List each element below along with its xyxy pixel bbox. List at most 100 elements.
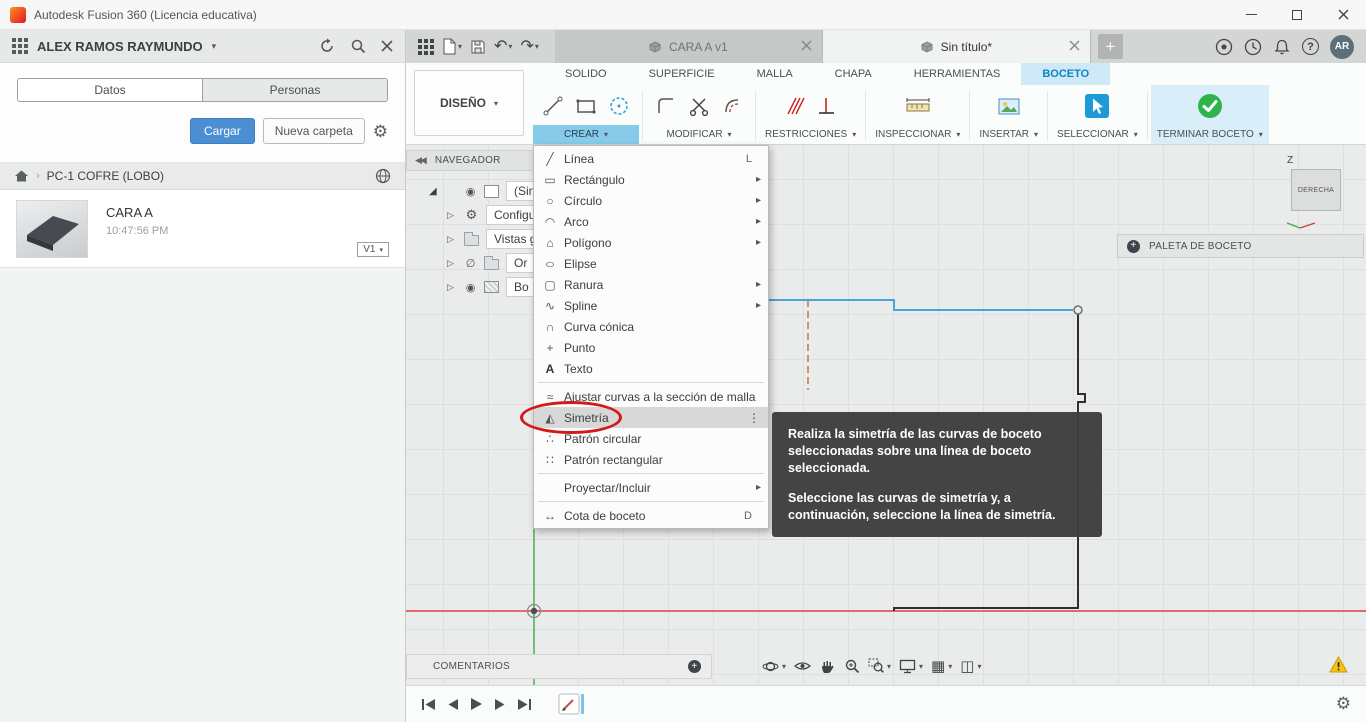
redo-icon[interactable]: ↷ ▾ — [516, 34, 542, 60]
doc-tab-sin-titulo[interactable]: Sin título* — [822, 30, 1091, 63]
rectangle-tool-icon[interactable] — [574, 94, 598, 118]
file-list-item[interactable]: CARA A 10:47:56 PM V1 ▾ — [0, 190, 405, 268]
collapse-panel-icon[interactable]: ◀◀ — [415, 155, 427, 166]
globe-icon[interactable] — [375, 168, 391, 184]
close-panel-icon[interactable] — [381, 40, 393, 52]
origin-point[interactable] — [530, 607, 538, 615]
menu-item[interactable]: Patrón circular — [534, 428, 768, 449]
version-dropdown[interactable]: V1 ▾ — [357, 242, 389, 257]
undo-icon[interactable]: ↶ ▾ — [490, 34, 516, 60]
expand-arrow-icon[interactable] — [447, 210, 457, 221]
doc-tab-cara-a[interactable]: CARA A v1 — [554, 30, 823, 63]
orbit-icon[interactable]: ▾ — [762, 658, 786, 675]
data-panel-tab[interactable]: Datos — [18, 79, 202, 101]
terminar-boceto-dropdown[interactable]: TERMINAR BOCETO ▾ — [1151, 125, 1269, 144]
line-tool-icon[interactable] — [541, 94, 565, 118]
close-tab-icon[interactable] — [801, 40, 812, 51]
pan-hand-icon[interactable] — [819, 658, 836, 675]
finish-sketch-check-icon[interactable] — [1196, 92, 1224, 120]
viewcube[interactable]: Z DERECHA — [1284, 155, 1350, 231]
file-menu-icon[interactable]: ▾ — [438, 34, 466, 60]
zoom-window-icon[interactable]: ▾ — [868, 658, 891, 674]
warning-icon[interactable] — [1329, 656, 1348, 673]
save-icon[interactable] — [466, 34, 490, 60]
viewports-icon[interactable]: ◫ ▾ — [960, 659, 981, 674]
insertar-dropdown[interactable]: INSERTAR ▾ — [973, 125, 1044, 144]
ribbon-tab[interactable]: SUPERFICIE — [628, 63, 736, 85]
constraint-hatch-icon[interactable] — [784, 94, 806, 118]
app-switcher-icon[interactable] — [12, 38, 28, 54]
menu-item[interactable]: Ranura — [534, 274, 768, 295]
sketch-line-blue[interactable] — [746, 299, 1073, 311]
fillet-tool-icon[interactable] — [654, 94, 678, 118]
menu-item[interactable]: Polígono — [534, 232, 768, 253]
menu-item[interactable]: Punto — [534, 337, 768, 358]
menu-item[interactable]: Arco — [534, 211, 768, 232]
step-forward-icon[interactable] — [494, 698, 506, 711]
play-icon[interactable] — [470, 697, 483, 711]
ribbon-tab[interactable]: MALLA — [736, 63, 814, 85]
seleccionar-dropdown[interactable]: SELECCIONAR ▾ — [1051, 125, 1144, 144]
inspeccionar-dropdown[interactable]: INSPECCIONAR ▾ — [869, 125, 966, 144]
expand-arrow-icon[interactable] — [447, 234, 457, 245]
minimize-button[interactable] — [1228, 0, 1274, 29]
visibility-eye-icon[interactable] — [464, 281, 477, 294]
gear-icon[interactable]: ⚙ — [373, 123, 388, 140]
menu-item[interactable]: Rectángulo — [534, 169, 768, 190]
crear-dropdown[interactable]: CREAR ▾ — [533, 125, 639, 144]
menu-item[interactable]: Elipse — [534, 253, 768, 274]
add-comment-icon[interactable]: + — [688, 660, 701, 673]
viewcube-face[interactable]: DERECHA — [1291, 169, 1341, 211]
ribbon-tab[interactable]: BOCETO — [1021, 63, 1111, 85]
select-cursor-icon[interactable] — [1084, 93, 1110, 119]
user-menu[interactable]: ALEX RAMOS RAYMUNDO — [37, 39, 203, 54]
data-panel-tab[interactable]: Personas — [202, 79, 387, 101]
zoom-icon[interactable] — [844, 658, 860, 674]
close-tab-icon[interactable] — [1069, 40, 1080, 51]
maximize-button[interactable] — [1274, 0, 1320, 29]
menu-item[interactable]: Spline — [534, 295, 768, 316]
menu-item[interactable]: Ajustar curvas a la sección de malla — [534, 386, 768, 407]
upload-button[interactable]: Cargar — [190, 118, 255, 144]
menu-item[interactable]: Simetría — [534, 407, 768, 428]
extensions-icon[interactable] — [1215, 38, 1233, 56]
timeline-gear-icon[interactable]: ⚙ — [1336, 694, 1351, 714]
insert-image-icon[interactable] — [996, 94, 1022, 118]
sketch-palette-header[interactable]: + PALETA DE BOCETO — [1117, 234, 1364, 258]
trim-scissors-icon[interactable] — [687, 94, 711, 118]
look-at-icon[interactable] — [794, 659, 811, 673]
help-icon[interactable]: ? — [1302, 38, 1319, 55]
visibility-eye-icon[interactable] — [464, 257, 477, 270]
menu-item[interactable]: Círculo — [534, 190, 768, 211]
ribbon-tab[interactable]: SOLIDO — [544, 63, 628, 85]
constraint-perpendicular-icon[interactable] — [815, 94, 837, 118]
display-settings-icon[interactable]: ▾ — [899, 659, 923, 674]
show-data-panel-icon[interactable] — [414, 34, 438, 60]
breadcrumb-folder[interactable]: PC-1 COFRE (LOBO) — [47, 169, 164, 183]
refresh-icon[interactable] — [319, 38, 335, 54]
expand-arrow-icon[interactable] — [447, 258, 457, 269]
offset-tool-icon[interactable] — [720, 94, 744, 118]
close-button[interactable] — [1320, 0, 1366, 29]
step-back-icon[interactable] — [447, 698, 459, 711]
notifications-bell-icon[interactable] — [1273, 38, 1291, 56]
skip-to-end-icon[interactable] — [517, 698, 532, 711]
restricciones-dropdown[interactable]: RESTRICCIONES ▾ — [759, 125, 862, 144]
visibility-eye-icon[interactable] — [464, 185, 477, 198]
new-folder-button[interactable]: Nueva carpeta — [262, 118, 365, 144]
search-icon[interactable] — [350, 38, 366, 54]
grid-settings-icon[interactable]: ▦ ▾ — [931, 659, 952, 674]
workspace-selector[interactable]: DISEÑO ▾ — [414, 70, 524, 136]
expand-arrow-icon[interactable] — [447, 282, 457, 293]
avatar[interactable]: AR — [1330, 34, 1354, 59]
file-thumbnail[interactable] — [16, 200, 88, 258]
new-tab-button[interactable]: + — [1097, 34, 1123, 59]
menu-item[interactable]: Texto — [534, 358, 768, 383]
ribbon-tab[interactable]: HERRAMIENTAS — [893, 63, 1022, 85]
menu-item[interactable]: Cota de boceto D — [534, 505, 768, 526]
menu-item[interactable]: Proyectar/Incluir — [534, 477, 768, 502]
plus-circle-icon[interactable]: + — [1127, 239, 1140, 253]
menu-item[interactable]: Curva cónica — [534, 316, 768, 337]
circle-tool-icon[interactable] — [607, 94, 631, 118]
measure-tool-icon[interactable] — [904, 94, 932, 118]
